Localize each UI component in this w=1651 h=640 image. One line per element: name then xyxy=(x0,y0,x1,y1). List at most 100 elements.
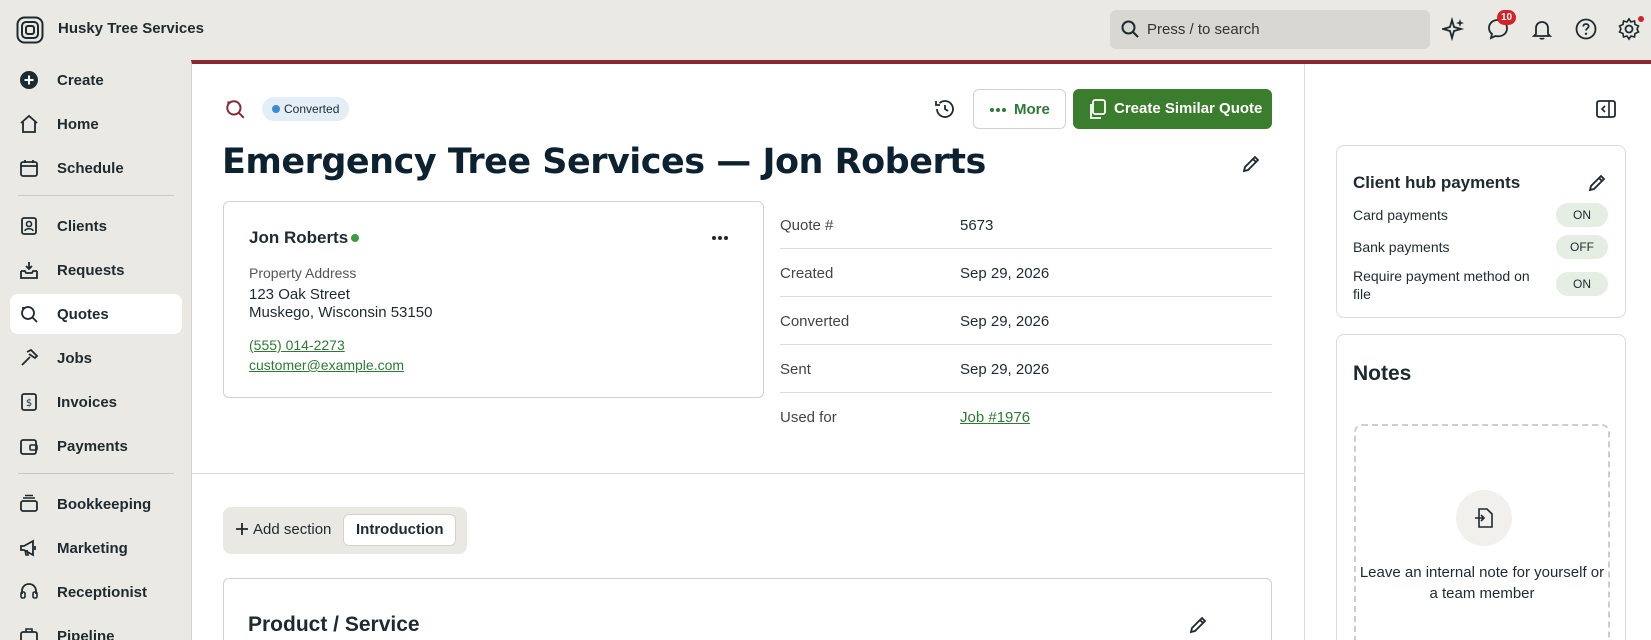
sidebar-item-bookkeeping[interactable]: Bookkeeping xyxy=(10,484,182,524)
sidebar-item-pipeline[interactable]: Pipeline xyxy=(10,616,182,640)
sidebar-item-label: Payments xyxy=(57,437,128,455)
client-card: Jon Roberts Property Address 123 Oak Str… xyxy=(223,201,764,398)
sidebar-item-label: Receptionist xyxy=(57,583,148,601)
sidebar-item-receptionist[interactable]: Receptionist xyxy=(10,572,182,612)
calendar-icon xyxy=(20,160,38,177)
detail-key: Created xyxy=(780,265,834,282)
sidebar-item-schedule[interactable]: Schedule xyxy=(10,148,182,188)
quote-icon xyxy=(226,100,245,119)
sidebar-item-label: Home xyxy=(57,115,99,133)
panel-toggle-icon[interactable] xyxy=(1595,98,1617,120)
sidebar-item-label: Quotes xyxy=(57,305,109,323)
job-link[interactable]: Job #1976 xyxy=(960,409,1030,426)
client-name[interactable]: Jon Roberts xyxy=(249,228,348,248)
sidebar-item-label: Pipeline xyxy=(57,627,115,640)
sidebar-item-label: Marketing xyxy=(57,539,128,557)
status-dot xyxy=(272,105,280,113)
sidebar-item-clients[interactable]: Clients xyxy=(10,206,182,246)
status-badge: Converted xyxy=(262,97,350,121)
svg-text:$: $ xyxy=(26,398,32,409)
sidebar-item-jobs[interactable]: Jobs xyxy=(10,338,182,378)
page-title: Emergency Tree Services — Jon Roberts xyxy=(222,142,986,182)
sidebar-item-marketing[interactable]: Marketing xyxy=(10,528,182,568)
product-service-card: Product / Service xyxy=(223,578,1272,640)
copy-icon xyxy=(1090,99,1106,119)
sparkle-icon[interactable] xyxy=(1442,17,1466,41)
sidebar-item-home[interactable]: Home xyxy=(10,104,182,144)
client-hub-payments-card: Client hub payments Card payments ON Ban… xyxy=(1336,145,1626,318)
invoice-icon: $ xyxy=(21,393,37,411)
client-phone-link[interactable]: (555) 014-2273 xyxy=(249,337,345,353)
detail-value: Sep 29, 2026 xyxy=(960,265,1050,282)
search-bar[interactable]: Press / to search xyxy=(1110,10,1430,49)
edit-title-pencil-icon[interactable] xyxy=(1241,154,1261,174)
sidebar-item-payments[interactable]: Payments xyxy=(10,426,182,466)
home-icon xyxy=(20,114,38,133)
ellipsis-icon xyxy=(990,108,1006,112)
sidebar-item-label: Schedule xyxy=(57,159,124,177)
address-line-1: 123 Oak Street xyxy=(249,286,350,303)
sidebar-item-label: Invoices xyxy=(57,393,118,411)
detail-row-sent: Sent Sep 29, 2026 xyxy=(780,345,1272,393)
sidebar-item-invoices[interactable]: $ Invoices xyxy=(10,382,182,422)
plus-circle-icon xyxy=(20,71,38,89)
quote-icon xyxy=(21,306,38,323)
notes-empty-text: Leave an internal note for yourself or a… xyxy=(1359,564,1605,602)
sidebar-item-requests[interactable]: Requests xyxy=(10,250,182,290)
briefcase-icon xyxy=(20,628,38,640)
sidebar: Create Home Schedule Clients Requests Qu… xyxy=(0,60,191,640)
sidebar-item-label: Requests xyxy=(57,261,125,279)
create-similar-quote-button[interactable]: Create Similar Quote xyxy=(1073,89,1272,129)
add-note-circle[interactable] xyxy=(1456,490,1512,546)
detail-value: Sep 29, 2026 xyxy=(960,361,1050,378)
sidebar-item-label: Create xyxy=(57,71,104,89)
detail-row-converted: Converted Sep 29, 2026 xyxy=(780,297,1272,345)
create-similar-quote-label: Create Similar Quote xyxy=(1114,100,1263,117)
hub-row-label: Require payment method on file xyxy=(1353,268,1530,302)
property-address-label: Property Address xyxy=(249,265,357,281)
app-logo-icon[interactable] xyxy=(16,16,44,44)
status-label: Converted xyxy=(284,102,340,116)
require-payment-toggle[interactable]: ON xyxy=(1556,272,1608,296)
hub-title: Client hub payments xyxy=(1353,173,1521,192)
client-email-link[interactable]: customer@example.com xyxy=(249,357,404,373)
add-section-label: Add section xyxy=(253,521,332,538)
client-more-icon[interactable] xyxy=(711,235,729,241)
gear-icon[interactable] xyxy=(1617,17,1641,41)
detail-value: 5673 xyxy=(960,217,994,234)
settings-alert-dot xyxy=(1638,16,1644,22)
bank-payments-toggle[interactable]: OFF xyxy=(1556,235,1608,259)
help-icon[interactable] xyxy=(1574,17,1598,41)
edit-hub-pencil-icon[interactable] xyxy=(1587,173,1607,193)
add-section-button[interactable]: Add section xyxy=(235,521,331,538)
detail-key: Sent xyxy=(780,361,811,378)
detail-key: Converted xyxy=(780,313,850,330)
notes-card: Notes Leave an internal note for yoursel… xyxy=(1336,334,1626,640)
notes-dropzone[interactable]: Leave an internal note for yourself or a… xyxy=(1354,424,1610,640)
more-button[interactable]: More xyxy=(973,89,1066,129)
hub-row-label: Card payments xyxy=(1353,207,1448,223)
sidebar-divider xyxy=(18,473,174,474)
detail-row-quote-number: Quote # 5673 xyxy=(780,201,1272,249)
inbox-icon xyxy=(20,262,38,279)
sidebar-item-quotes[interactable]: Quotes xyxy=(10,294,182,334)
sidebar-item-label: Clients xyxy=(57,217,108,235)
address-line-2: Muskego, Wisconsin 53150 xyxy=(249,304,433,321)
bell-icon[interactable] xyxy=(1530,17,1554,41)
tab-introduction[interactable]: Introduction xyxy=(343,514,457,546)
card-payments-toggle[interactable]: ON xyxy=(1556,203,1608,227)
more-button-label: More xyxy=(1014,101,1050,118)
sidebar-item-create[interactable]: Create xyxy=(10,60,182,100)
search-placeholder: Press / to search xyxy=(1147,21,1260,38)
search-icon xyxy=(1121,20,1139,38)
section-divider xyxy=(192,473,1304,474)
notes-title: Notes xyxy=(1353,362,1412,385)
history-icon[interactable] xyxy=(933,97,957,121)
edit-products-pencil-icon[interactable] xyxy=(1188,615,1208,635)
headset-icon xyxy=(20,583,38,599)
hub-row-label: Bank payments xyxy=(1353,239,1450,255)
hammer-icon xyxy=(21,348,39,366)
company-name[interactable]: Husky Tree Services xyxy=(58,20,204,37)
clients-icon xyxy=(21,217,37,235)
sidebar-item-label: Jobs xyxy=(57,349,93,367)
